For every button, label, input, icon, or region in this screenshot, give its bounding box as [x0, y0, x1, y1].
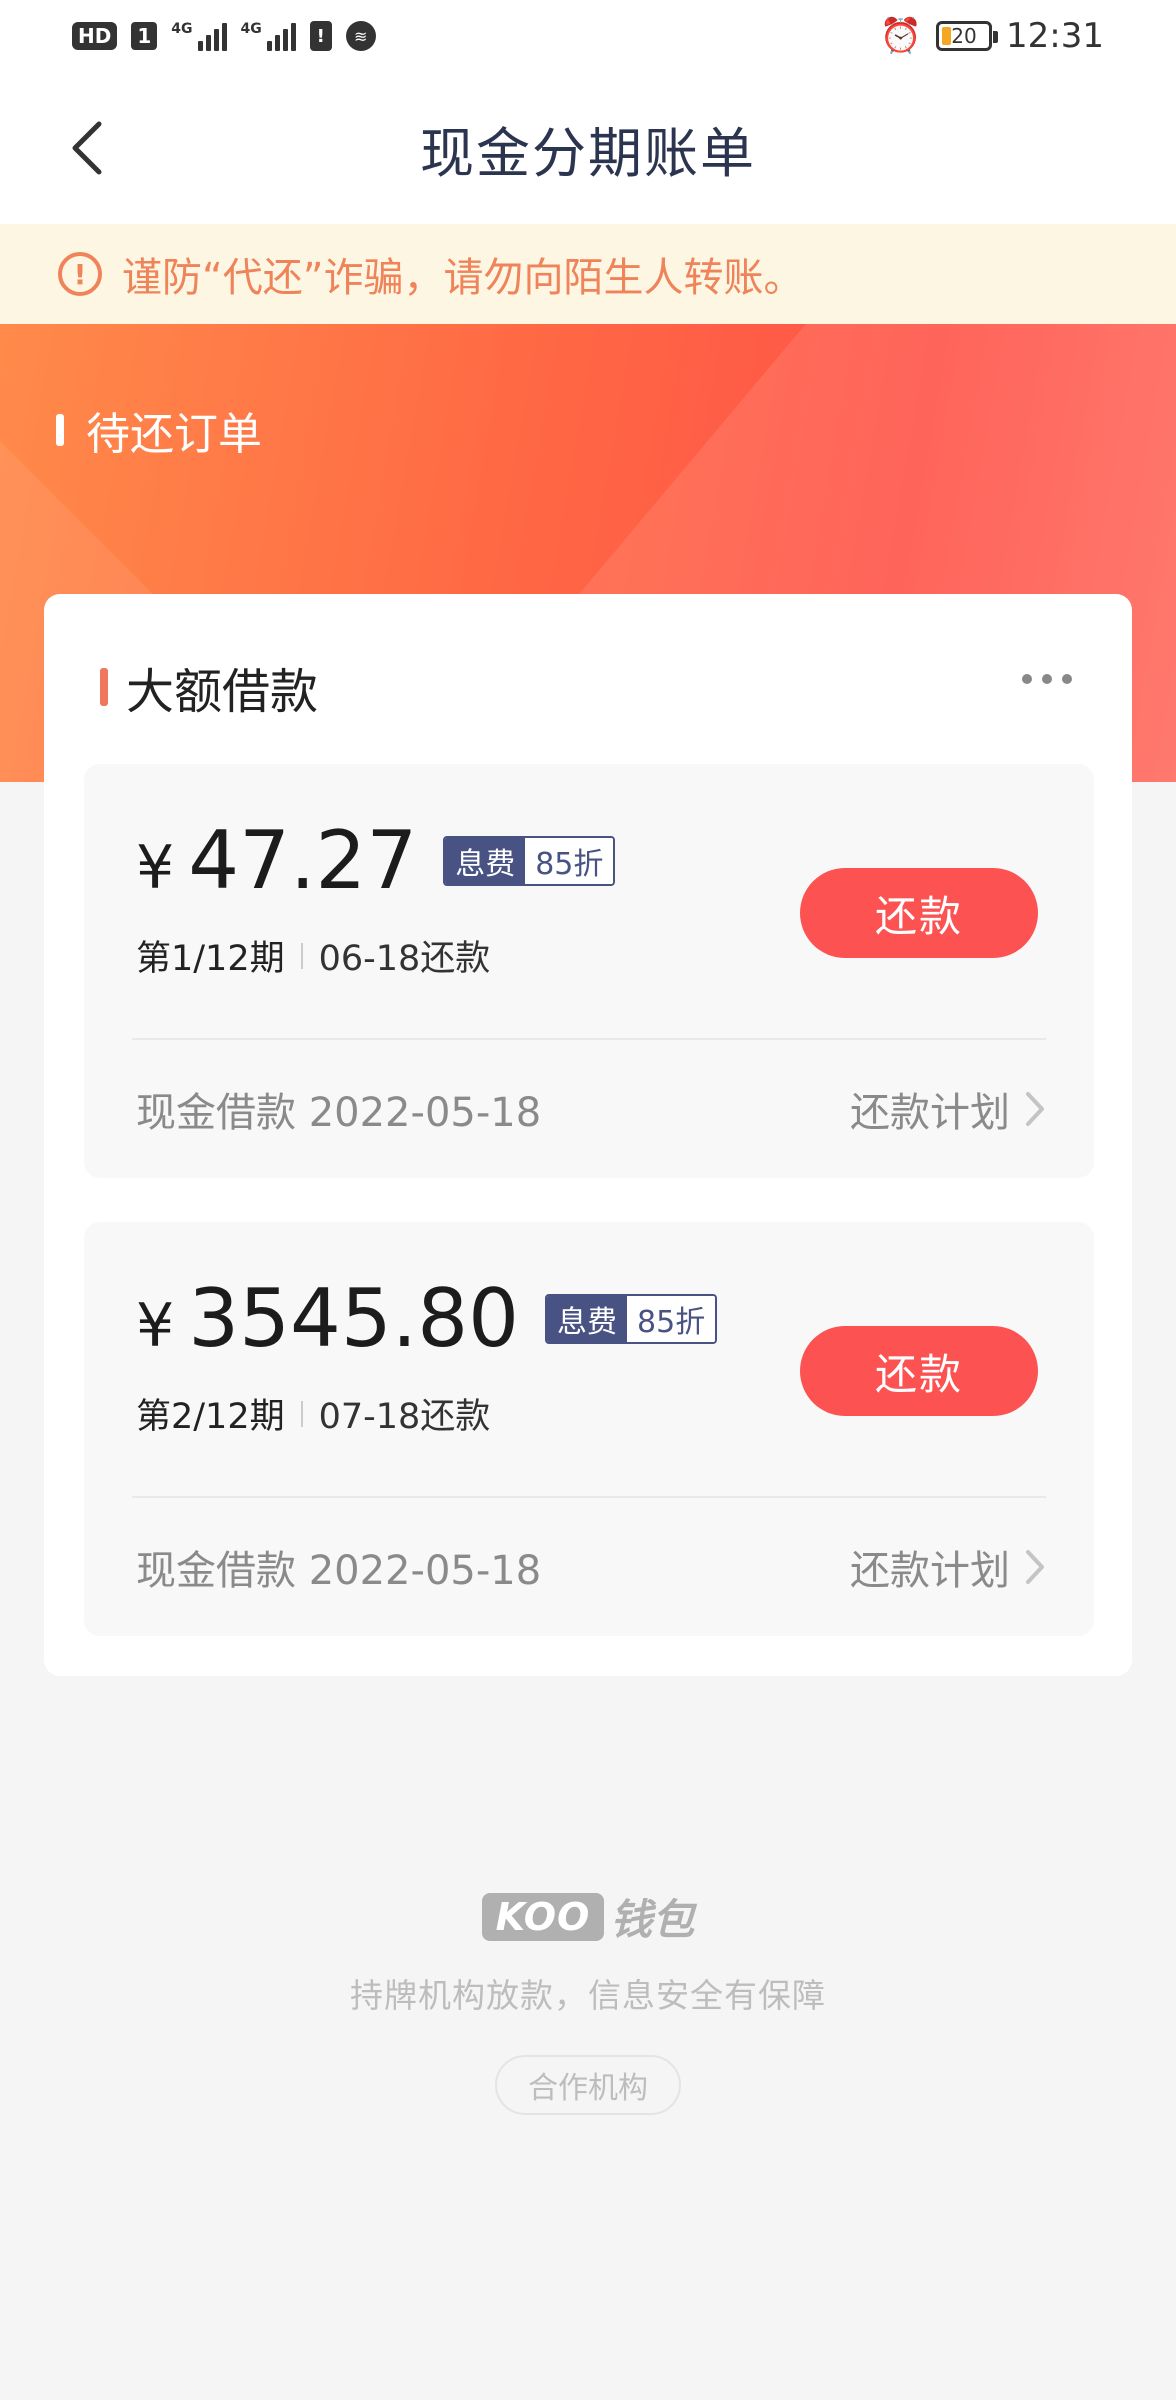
- warning-icon: !: [58, 252, 102, 296]
- brand-logo: KOO 钱包: [481, 1886, 695, 1947]
- installment-period: 第2/12期: [136, 1397, 285, 1437]
- notification-icon: !: [309, 21, 332, 51]
- battery-level: 20: [951, 24, 977, 48]
- chevron-left-icon: [72, 121, 102, 175]
- more-options-button[interactable]: [1022, 674, 1072, 684]
- period-row: 第2/12期 07-18还款: [136, 1388, 490, 1439]
- card-title-marker: [100, 668, 108, 706]
- battery-icon: 20: [936, 21, 999, 51]
- amount-row: ¥3545.80 息费 85折: [136, 1272, 718, 1365]
- status-right: ⏰ 20 12:31: [880, 16, 1104, 56]
- alarm-icon: ⏰: [879, 16, 923, 56]
- bill-amount: ¥3545.80: [136, 1272, 519, 1365]
- brand-footer: KOO 钱包 持牌机构放款，信息安全有保障 合作机构: [0, 1886, 1176, 2115]
- discount-value: 85折: [525, 837, 614, 884]
- sim-icon: 1: [131, 22, 158, 50]
- network-type: 4G: [171, 21, 193, 37]
- due-date: 06-18还款: [318, 939, 491, 979]
- chevron-right-icon: [1026, 1092, 1044, 1126]
- fee-label: 息费: [547, 1295, 628, 1342]
- warning-text: 谨防“代还”诈骗，请勿向陌生人转账。: [122, 255, 804, 301]
- divider: [300, 1400, 303, 1427]
- logo-koo: KOO: [481, 1892, 605, 1941]
- brand-subtitle: 持牌机构放款，信息安全有保障: [350, 1976, 826, 2015]
- chevron-right-icon: [1026, 1550, 1044, 1584]
- discount-badge: 息费 85折: [545, 1293, 718, 1344]
- clock: 12:31: [1006, 16, 1104, 56]
- network-type-2: 4G: [240, 21, 262, 37]
- installment-period: 第1/12期: [136, 939, 285, 979]
- loan-info: 现金借款 2022-05-18: [136, 1090, 542, 1136]
- bill-item: ¥47.27 息费 85折 第1/12期 06-18还款 还款 现金借款 202…: [84, 764, 1094, 1178]
- loan-info: 现金借款 2022-05-18: [136, 1548, 542, 1594]
- currency-symbol: ¥: [136, 1291, 175, 1361]
- page-title: 现金分期账单: [420, 121, 756, 185]
- fraud-warning-banner: ! 谨防“代还”诈骗，请勿向陌生人转账。: [0, 224, 1176, 324]
- card-title: 大额借款: [126, 664, 319, 720]
- status-left: HD 1 4G 4G ! ≋: [72, 21, 376, 51]
- repayment-plan-link[interactable]: 还款计划: [850, 1080, 1046, 1138]
- nav-bar: 现金分期账单: [0, 72, 1176, 224]
- bill-item: ¥3545.80 息费 85折 第2/12期 07-18还款 还款 现金借款 2…: [84, 1222, 1094, 1636]
- currency-symbol: ¥: [136, 833, 175, 903]
- fee-label: 息费: [445, 837, 526, 884]
- period-row: 第1/12期 06-18还款: [136, 930, 490, 981]
- discount-value: 85折: [627, 1295, 716, 1342]
- amount-value: 3545.80: [188, 1272, 520, 1365]
- discount-badge: 息费 85折: [443, 835, 616, 886]
- signal-icon-2: 4G: [241, 21, 296, 51]
- back-button[interactable]: [62, 116, 112, 180]
- repay-button[interactable]: 还款: [800, 868, 1038, 958]
- more-icon: [1022, 674, 1032, 684]
- loan-card: 大额借款 ¥47.27 息费 85折 第1/12期 06-18还款 还款 现金借…: [44, 594, 1132, 1676]
- signal-icon: 4G: [171, 21, 227, 51]
- section-title-text: 待还订单: [86, 409, 262, 460]
- repay-button[interactable]: 还款: [800, 1326, 1038, 1416]
- divider: [132, 1496, 1046, 1498]
- repayment-plan-label: 还款计划: [850, 1090, 1010, 1136]
- audio-icon: ≋: [345, 21, 376, 51]
- divider: [300, 942, 303, 969]
- status-bar: HD 1 4G 4G ! ≋ ⏰ 20 12:31: [0, 0, 1176, 72]
- partner-institutions-button[interactable]: 合作机构: [495, 2055, 681, 2115]
- section-marker: [56, 414, 64, 446]
- bill-amount: ¥47.27: [136, 814, 417, 907]
- logo-wallet: 钱包: [610, 1895, 695, 1944]
- repayment-plan-link[interactable]: 还款计划: [850, 1538, 1046, 1596]
- due-date: 07-18还款: [318, 1397, 491, 1437]
- bill-footer: 现金借款 2022-05-18 还款计划: [136, 1080, 1046, 1138]
- section-title: 待还订单: [56, 398, 262, 462]
- amount-row: ¥47.27 息费 85折: [136, 814, 616, 907]
- card-header: 大额借款: [100, 652, 318, 722]
- divider: [132, 1038, 1046, 1040]
- bill-footer: 现金借款 2022-05-18 还款计划: [136, 1538, 1046, 1596]
- amount-value: 47.27: [188, 814, 418, 907]
- repayment-plan-label: 还款计划: [850, 1548, 1010, 1594]
- hd-icon: HD: [72, 22, 118, 50]
